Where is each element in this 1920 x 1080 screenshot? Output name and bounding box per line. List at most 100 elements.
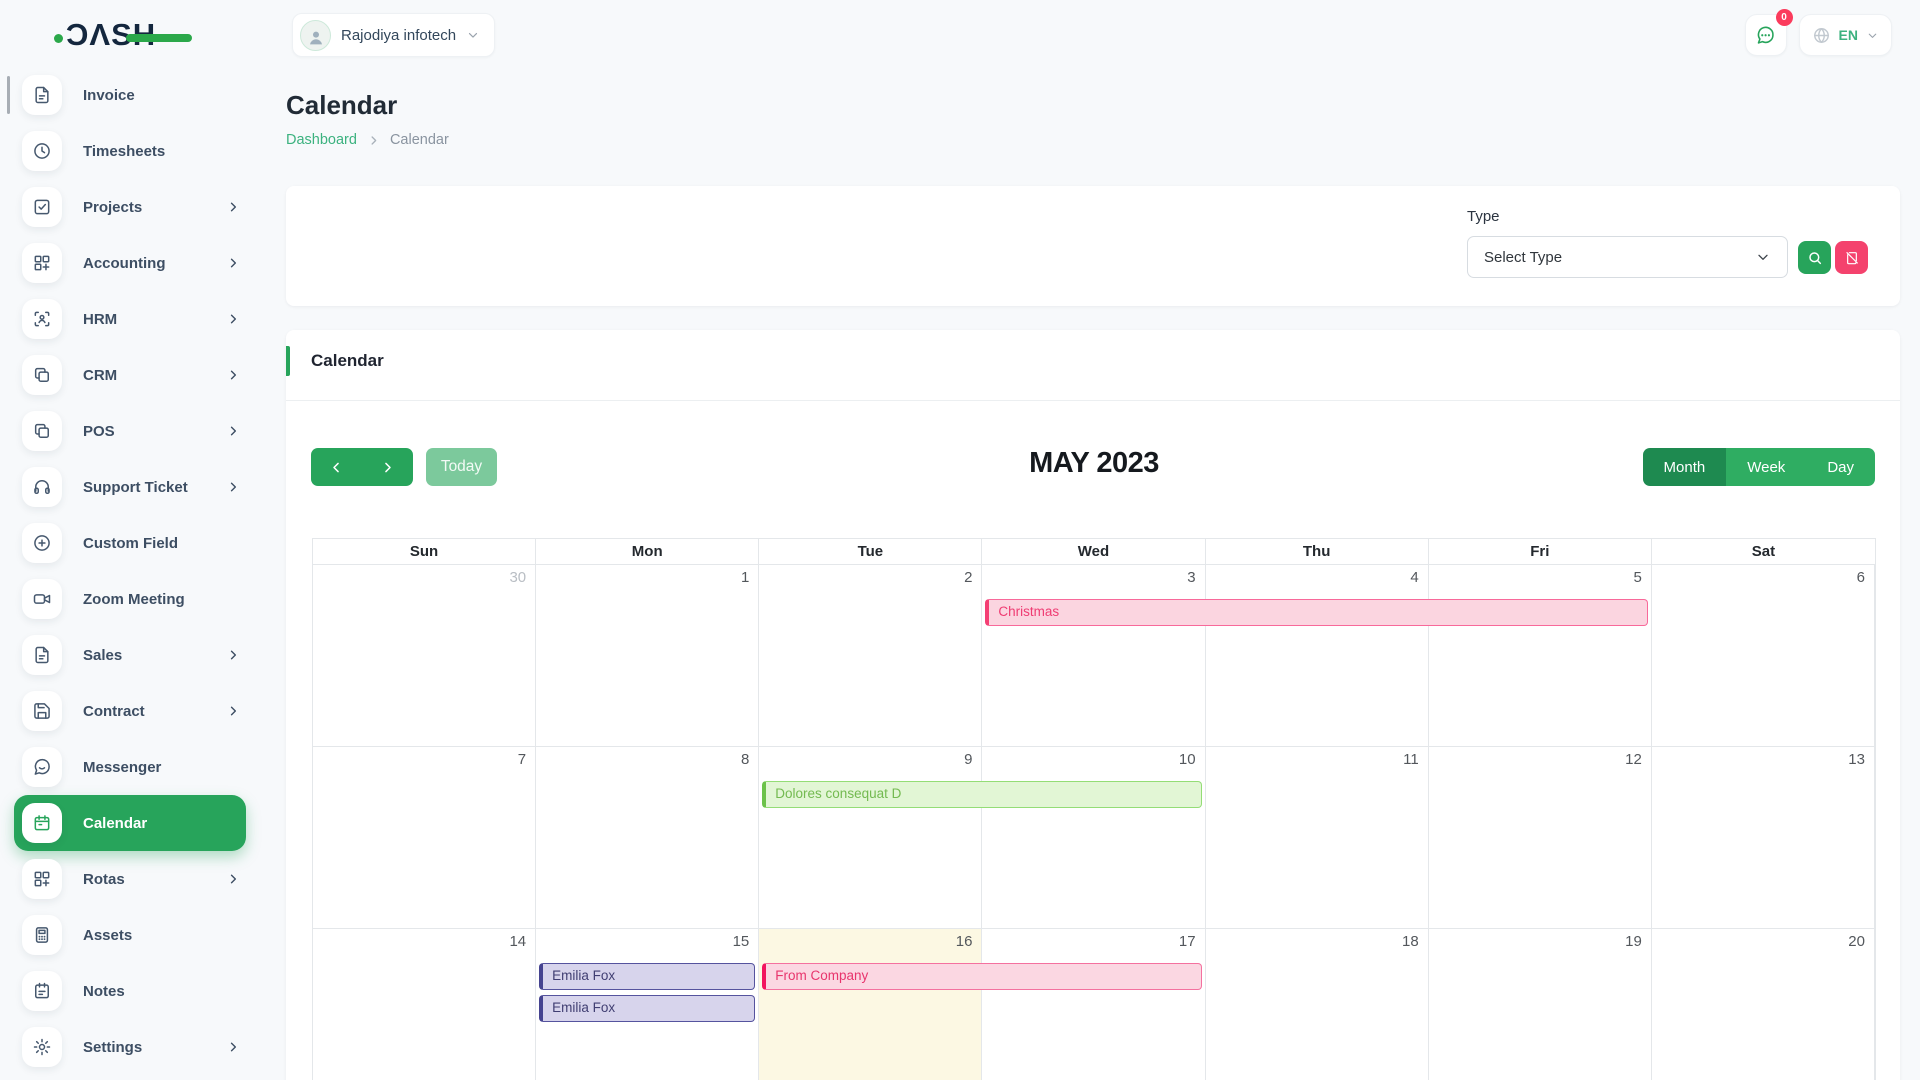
event-dolores-consequat-d[interactable]: Dolores consequat D (762, 781, 1201, 808)
calendar-week-2: 78910 11 12 13 Dolores consequat D (313, 747, 1875, 929)
sidebar-item-projects[interactable]: Projects (14, 179, 246, 235)
type-select[interactable]: Select Type (1467, 236, 1788, 278)
day-cell-14[interactable]: 14 (313, 929, 536, 1080)
scan-user-icon-box (22, 299, 62, 339)
copy-icon (32, 365, 52, 385)
company-switcher[interactable]: Rajodiya infotech (292, 13, 495, 57)
event-emilia-fox[interactable]: Emilia Fox (539, 963, 755, 990)
sidebar-item-timesheets[interactable]: Timesheets (14, 123, 246, 179)
chevron-right-icon (226, 312, 240, 326)
day-number: 4 (1410, 569, 1418, 586)
sidebar-item-contract[interactable]: Contract (14, 683, 246, 739)
day-header-wed: Wed (982, 539, 1205, 565)
sidebar-item-support-ticket[interactable]: Support Ticket (14, 459, 246, 515)
breadcrumb-dashboard[interactable]: Dashboard (286, 132, 357, 148)
sidebar-item-label: Calendar (83, 815, 147, 832)
type-select-value: Select Type (1484, 249, 1562, 266)
sidebar-item-accounting[interactable]: Accounting (14, 235, 246, 291)
event-emilia-fox[interactable]: Emilia Fox (539, 995, 755, 1022)
day-cell-5[interactable]: 5 (1429, 565, 1652, 747)
event-from-company[interactable]: From Company (762, 963, 1201, 990)
sidebar-item-notes[interactable]: Notes (14, 963, 246, 1019)
copy-icon (32, 421, 52, 441)
day-cell-11[interactable]: 11 (1206, 747, 1429, 929)
day-number: 5 (1634, 569, 1642, 586)
day-header-row: SunMonTueWedThuFriSat (313, 539, 1875, 565)
chevron-down-icon (1866, 29, 1879, 42)
grid-plus-icon-box (22, 243, 62, 283)
type-label: Type (1467, 208, 1500, 225)
view-day-button[interactable]: Day (1806, 448, 1875, 486)
day-cell-7[interactable]: 7 (313, 747, 536, 929)
day-cell-19[interactable]: 19 (1429, 929, 1652, 1080)
language-code: EN (1839, 27, 1858, 43)
chevron-right-icon (226, 648, 240, 662)
day-number: 6 (1857, 569, 1865, 586)
sidebar-item-pos[interactable]: POS (14, 403, 246, 459)
day-number: 11 (1403, 751, 1419, 768)
view-week-button[interactable]: Week (1726, 448, 1806, 486)
messages-button[interactable]: 0 (1745, 14, 1787, 56)
sidebar-item-zoom-meeting[interactable]: Zoom Meeting (14, 571, 246, 627)
topbar-actions: 0 EN (1745, 14, 1892, 56)
day-number: 18 (1402, 933, 1419, 950)
sidebar-item-calendar[interactable]: Calendar (14, 795, 246, 851)
day-cell-8[interactable]: 8 (536, 747, 759, 929)
day-cell-16[interactable]: 16 (759, 929, 982, 1080)
sidebar-item-label: HRM (83, 311, 117, 328)
sidebar-item-crm[interactable]: CRM (14, 347, 246, 403)
day-cell-1[interactable]: 1 (536, 565, 759, 747)
sidebar-item-messenger[interactable]: Messenger (14, 739, 246, 795)
day-number: 3 (1187, 569, 1195, 586)
grid-plus-icon (32, 253, 52, 273)
day-number: 30 (509, 569, 526, 586)
sidebar-item-custom-field[interactable]: Custom Field (14, 515, 246, 571)
video-icon-box (22, 579, 62, 619)
sidebar-item-label: Rotas (83, 871, 125, 888)
clock-icon-box (22, 131, 62, 171)
sidebar-item-hrm[interactable]: HRM (14, 291, 246, 347)
day-header-sun: Sun (313, 539, 536, 565)
calendar-note-icon (32, 981, 52, 1001)
day-cell-9[interactable]: 9 (759, 747, 982, 929)
save-icon (32, 701, 52, 721)
day-cell-10[interactable]: 10 (982, 747, 1205, 929)
day-number: 13 (1848, 751, 1865, 768)
file-text-icon (32, 645, 52, 665)
day-cell-6[interactable]: 6 (1652, 565, 1875, 747)
event-christmas[interactable]: Christmas (985, 599, 1647, 626)
day-cell-2[interactable]: 2 (759, 565, 982, 747)
save-icon-box (22, 691, 62, 731)
grid-plus-icon (32, 869, 52, 889)
reset-button[interactable] (1835, 241, 1868, 274)
day-cell-20[interactable]: 20 (1652, 929, 1875, 1080)
sidebar-item-assets[interactable]: Assets (14, 907, 246, 963)
language-selector[interactable]: EN (1799, 14, 1892, 56)
breadcrumb: Dashboard Calendar (286, 132, 449, 148)
avatar (300, 20, 331, 51)
video-icon (32, 589, 52, 609)
day-cell-13[interactable]: 13 (1652, 747, 1875, 929)
plus-circle-icon (32, 533, 52, 553)
search-button[interactable] (1798, 241, 1831, 274)
grid-plus-icon-box (22, 859, 62, 899)
calendar-month-title: MAY 2023 (312, 447, 1876, 480)
day-cell-18[interactable]: 18 (1206, 929, 1429, 1080)
card-title: Calendar (311, 351, 384, 371)
view-month-button[interactable]: Month (1643, 448, 1727, 486)
day-header-mon: Mon (536, 539, 759, 565)
day-cell-17[interactable]: 17 (982, 929, 1205, 1080)
day-cell-4[interactable]: 4 (1206, 565, 1429, 747)
sidebar-item-sales[interactable]: Sales (14, 627, 246, 683)
day-cell-12[interactable]: 12 (1429, 747, 1652, 929)
sidebar-item-label: Invoice (83, 87, 135, 104)
brand-logo[interactable]: ƆΛSH (58, 16, 156, 54)
file-text-icon (32, 85, 52, 105)
day-cell-3[interactable]: 3 (982, 565, 1205, 747)
sidebar-item-settings[interactable]: Settings (14, 1019, 246, 1075)
chevron-right-icon (226, 872, 240, 886)
day-cell-30[interactable]: 30 (313, 565, 536, 747)
sidebar-item-invoice[interactable]: Invoice (14, 67, 246, 123)
logo-dot-accent (54, 34, 63, 43)
sidebar-item-rotas[interactable]: Rotas (14, 851, 246, 907)
